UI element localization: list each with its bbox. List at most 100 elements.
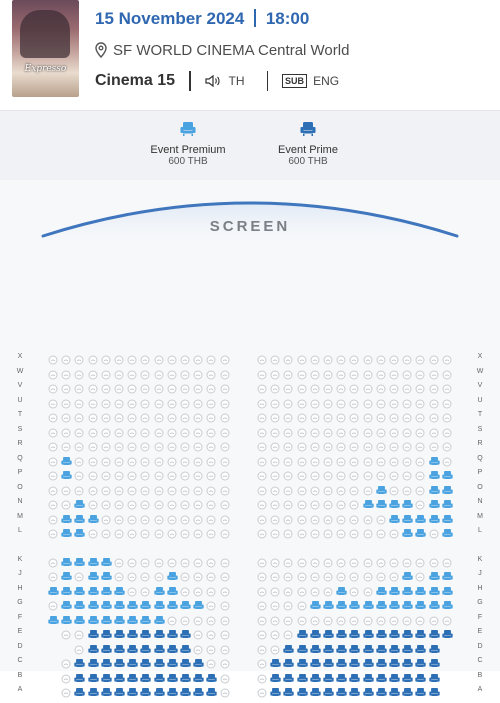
available-seat[interactable]: [363, 584, 374, 596]
available-seat[interactable]: [270, 425, 281, 437]
available-seat[interactable]: [180, 613, 191, 625]
available-seat[interactable]: [349, 425, 360, 437]
available-seat[interactable]: [206, 425, 217, 437]
available-seat[interactable]: [310, 439, 321, 452]
available-seat[interactable]: [220, 569, 231, 582]
event-premium-seat[interactable]: [87, 569, 99, 580]
available-seat[interactable]: [193, 613, 204, 625]
event-premium-seat[interactable]: [442, 512, 453, 523]
event-premium-seat[interactable]: [376, 497, 387, 508]
event-prime-seat[interactable]: [349, 642, 361, 653]
event-prime-seat[interactable]: [376, 642, 387, 653]
available-seat[interactable]: [297, 526, 308, 539]
event-prime-seat[interactable]: [193, 685, 204, 696]
available-seat[interactable]: [140, 555, 151, 567]
available-seat[interactable]: [283, 483, 294, 495]
available-seat[interactable]: [127, 352, 138, 365]
event-prime-seat[interactable]: [87, 642, 99, 653]
available-seat[interactable]: [429, 410, 440, 423]
available-seat[interactable]: [257, 468, 268, 481]
event-prime-seat[interactable]: [323, 671, 334, 682]
available-seat[interactable]: [310, 396, 321, 408]
available-seat[interactable]: [140, 454, 151, 466]
available-seat[interactable]: [310, 555, 321, 567]
available-seat[interactable]: [101, 396, 112, 408]
available-seat[interactable]: [363, 381, 374, 394]
available-seat[interactable]: [114, 410, 125, 423]
event-prime-seat[interactable]: [87, 627, 99, 638]
available-seat[interactable]: [310, 613, 321, 625]
available-seat[interactable]: [127, 468, 138, 481]
event-premium-seat[interactable]: [389, 584, 400, 595]
event-prime-seat[interactable]: [296, 671, 308, 682]
available-seat[interactable]: [154, 526, 165, 539]
available-seat[interactable]: [297, 483, 308, 495]
available-seat[interactable]: [257, 584, 268, 596]
available-seat[interactable]: [389, 367, 400, 379]
available-seat[interactable]: [270, 454, 281, 466]
available-seat[interactable]: [220, 381, 231, 394]
available-seat[interactable]: [270, 410, 281, 423]
available-seat[interactable]: [349, 613, 360, 625]
available-seat[interactable]: [101, 381, 112, 394]
available-seat[interactable]: [363, 569, 374, 582]
available-seat[interactable]: [114, 555, 125, 567]
available-seat[interactable]: [415, 468, 426, 481]
event-prime-seat[interactable]: [296, 656, 308, 667]
event-prime-seat[interactable]: [153, 685, 165, 696]
event-prime-seat[interactable]: [323, 656, 334, 667]
available-seat[interactable]: [114, 526, 125, 539]
event-prime-seat[interactable]: [323, 627, 334, 638]
event-prime-seat[interactable]: [296, 627, 308, 638]
available-seat[interactable]: [114, 569, 125, 582]
event-premium-seat[interactable]: [336, 584, 347, 595]
available-seat[interactable]: [349, 396, 360, 408]
available-seat[interactable]: [127, 497, 138, 510]
available-seat[interactable]: [283, 526, 294, 539]
event-prime-seat[interactable]: [167, 685, 178, 696]
available-seat[interactable]: [336, 454, 347, 466]
event-prime-seat[interactable]: [153, 671, 165, 682]
event-premium-seat[interactable]: [127, 613, 138, 624]
event-prime-seat[interactable]: [283, 642, 295, 653]
available-seat[interactable]: [402, 352, 413, 365]
event-premium-seat[interactable]: [415, 584, 427, 595]
available-seat[interactable]: [257, 569, 268, 582]
available-seat[interactable]: [442, 425, 453, 437]
event-prime-seat[interactable]: [270, 656, 281, 667]
available-seat[interactable]: [363, 396, 374, 408]
available-seat[interactable]: [180, 555, 191, 567]
available-seat[interactable]: [101, 512, 112, 524]
event-prime-seat[interactable]: [283, 671, 295, 682]
event-prime-seat[interactable]: [153, 627, 165, 638]
available-seat[interactable]: [283, 497, 294, 510]
available-seat[interactable]: [310, 483, 321, 495]
available-seat[interactable]: [257, 512, 268, 524]
event-premium-seat[interactable]: [74, 598, 86, 609]
available-seat[interactable]: [206, 512, 217, 524]
available-seat[interactable]: [180, 497, 191, 510]
event-prime-seat[interactable]: [101, 685, 112, 696]
available-seat[interactable]: [101, 454, 112, 466]
available-seat[interactable]: [48, 555, 59, 567]
event-premium-seat[interactable]: [114, 613, 125, 624]
event-premium-seat[interactable]: [167, 598, 178, 609]
event-prime-seat[interactable]: [428, 685, 440, 696]
event-prime-seat[interactable]: [296, 642, 308, 653]
available-seat[interactable]: [297, 497, 308, 510]
available-seat[interactable]: [389, 352, 400, 365]
available-seat[interactable]: [193, 642, 204, 654]
available-seat[interactable]: [180, 352, 191, 365]
event-premium-seat[interactable]: [415, 598, 427, 609]
available-seat[interactable]: [74, 367, 85, 379]
available-seat[interactable]: [140, 468, 151, 481]
available-seat[interactable]: [349, 468, 360, 481]
event-premium-seat[interactable]: [323, 598, 334, 609]
event-prime-seat[interactable]: [153, 656, 165, 667]
event-premium-seat[interactable]: [376, 598, 387, 609]
available-seat[interactable]: [167, 526, 178, 539]
available-seat[interactable]: [415, 569, 426, 582]
available-seat[interactable]: [257, 526, 268, 539]
available-seat[interactable]: [257, 656, 268, 669]
available-seat[interactable]: [270, 468, 281, 481]
